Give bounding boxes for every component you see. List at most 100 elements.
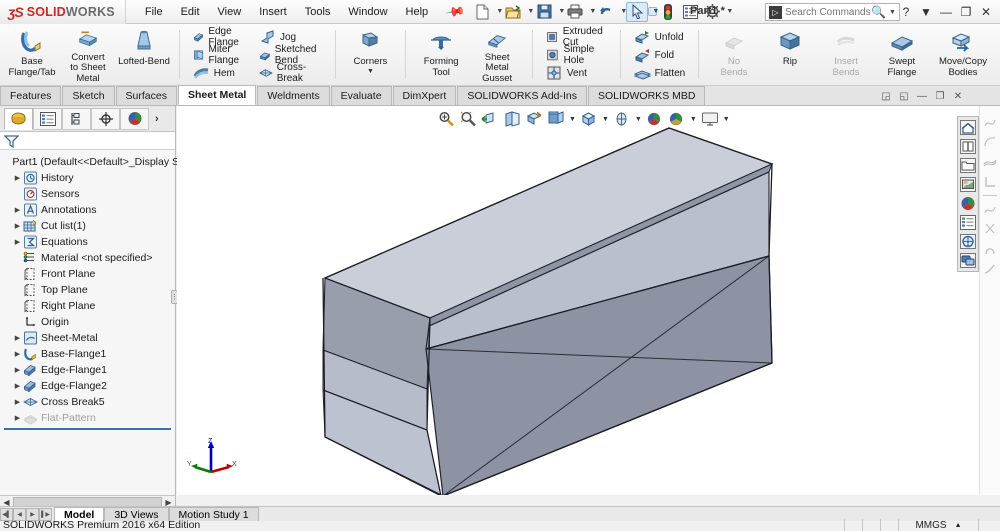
menu-item-insert[interactable]: Insert [250, 3, 296, 21]
convert-to-sheet-metal-button[interactable]: Convert to Sheet Metal [60, 26, 116, 84]
dimxpert-manager-tab[interactable] [91, 107, 120, 130]
graphics-restore-button[interactable]: ❐ [931, 87, 949, 105]
traffic-light-icon[interactable] [657, 2, 679, 22]
tree-root-part[interactable]: ▶ Part1 (Default<<Default>_Display State [2, 154, 196, 170]
tree-item-origin[interactable]: ▶ Origin [2, 314, 175, 330]
cross-break-button[interactable]: Cross-Break [255, 62, 326, 84]
file-explorer-icon[interactable] [958, 175, 978, 194]
menu-item-file[interactable]: File [136, 3, 172, 21]
search-scope-icon[interactable]: ▷ [769, 5, 782, 19]
restore-left-button[interactable]: ◲ [877, 87, 895, 105]
print-dropdown-caret[interactable]: ▼ [586, 8, 596, 15]
spline-icon[interactable] [981, 112, 999, 132]
spline2-icon[interactable] [981, 199, 999, 219]
units-indicator[interactable]: MMGS ▲ [898, 519, 978, 531]
undo-arrow-icon[interactable] [595, 2, 617, 22]
corner-icon[interactable] [981, 172, 999, 192]
tree-item-sheet-metal[interactable]: ▶ Sheet-Metal [2, 330, 175, 346]
save-disk-icon[interactable] [533, 2, 555, 22]
menu-item-tools[interactable]: Tools [296, 3, 340, 21]
tree-item-sensors[interactable]: ▶ Sensors [2, 186, 175, 202]
restore-right-button[interactable]: ◱ [895, 87, 913, 105]
tab-features[interactable]: Features [0, 86, 62, 105]
tree-item-base-flange1[interactable]: ▶ Base-Flange1 [2, 346, 175, 362]
rip-button[interactable]: Rip [762, 26, 818, 84]
miter-flange-button[interactable]: Miter Flange [189, 44, 251, 66]
base-flange-tab-button[interactable]: Base Flange/Tab [4, 26, 60, 84]
expand-arrow[interactable]: ▶ [12, 366, 23, 374]
open-dropdown-caret[interactable]: ▼ [524, 8, 534, 15]
expand-arrow[interactable]: ▶ [12, 238, 23, 246]
tab-sketch[interactable]: Sketch [62, 86, 115, 105]
model-viewport[interactable] [177, 106, 1000, 495]
tree-item-cut-list[interactable]: ▶ Cut list(1) [2, 218, 175, 234]
expand-arrow[interactable]: ▶ [12, 334, 23, 342]
vent-button[interactable]: Vent [542, 64, 611, 82]
arc-icon[interactable] [981, 132, 999, 152]
tree-item-history[interactable]: ▶ History [2, 170, 175, 186]
tree-item-front-plane[interactable]: ▶ Front Plane [2, 266, 175, 282]
undo-dropdown-caret[interactable]: ▼ [617, 8, 627, 15]
swept-flange-button[interactable]: Swept Flange [874, 26, 930, 84]
tab-surfaces[interactable]: Surfaces [115, 86, 177, 105]
configuration-manager-tab[interactable] [62, 107, 91, 130]
tree-item-right-plane[interactable]: ▶ Right Plane [2, 298, 175, 314]
tree-item-top-plane[interactable]: ▶ Top Plane [2, 282, 175, 298]
close-button[interactable]: ✕ [976, 2, 996, 22]
curve-icon[interactable] [981, 152, 999, 172]
graphics-close-button[interactable]: ✕ [949, 87, 967, 105]
lofted-bend-button[interactable]: Lofted-Bend [116, 26, 172, 84]
corners-dropdown-caret[interactable]: ▼ [367, 68, 374, 75]
appearances-list-icon[interactable] [958, 213, 978, 232]
expand-arrow[interactable]: ▶ [12, 206, 23, 214]
feature-tree-filter[interactable] [0, 132, 175, 150]
home-icon[interactable] [958, 118, 978, 137]
unfold-button[interactable]: Unfold [630, 28, 690, 46]
save-dropdown-caret[interactable]: ▼ [555, 8, 565, 15]
graphics-area[interactable]: ◲ ◱ — ❐ ✕ ▼ ▼ ▼ ▼ ▼ Z X Y [177, 91, 1000, 495]
move-copy-bodies-button[interactable]: Move/Copy Bodies [930, 26, 996, 84]
new-file-dropdown-caret[interactable]: ▼ [493, 8, 503, 15]
chevron-right-icon[interactable]: › [155, 113, 159, 125]
cursor-arrow-icon[interactable] [626, 1, 649, 22]
menu-item-view[interactable]: View [209, 3, 251, 21]
search-input[interactable] [785, 6, 871, 18]
tab-solidworks-add-ins[interactable]: SOLIDWORKS Add-Ins [457, 86, 588, 105]
units-caret-icon[interactable]: ▲ [955, 522, 962, 529]
tree-item-edge-flange2[interactable]: ▶ Edge-Flange2 [2, 378, 175, 394]
expand-arrow[interactable]: ▶ [12, 382, 23, 390]
open-folder-icon[interactable] [502, 2, 524, 22]
arc2-icon[interactable] [981, 239, 999, 259]
help-button[interactable]: ? [896, 2, 916, 22]
tab-dimxpert[interactable]: DimXpert [392, 86, 457, 105]
expand-arrow[interactable]: ▶ [12, 174, 23, 182]
display-manager-tab[interactable] [120, 107, 149, 130]
tree-rollback-bar[interactable] [4, 428, 171, 430]
tab-weldments[interactable]: Weldments [257, 86, 330, 105]
menu-item-edit[interactable]: Edit [172, 3, 209, 21]
minimize-button[interactable]: — [936, 2, 956, 22]
scissors-icon[interactable] [981, 219, 999, 239]
book-icon[interactable] [958, 137, 978, 156]
tree-item-flat-pattern[interactable]: ▶ Flat-Pattern [2, 410, 175, 426]
menu-item-window[interactable]: Window [339, 3, 396, 21]
forming-tool-button[interactable]: Forming Tool [413, 26, 469, 84]
menu-item-help[interactable]: Help [397, 3, 438, 21]
shared-views-icon[interactable] [958, 251, 978, 270]
tab-sheet-metal[interactable]: Sheet Metal [177, 85, 257, 105]
property-manager-tab[interactable] [33, 107, 62, 130]
tree-item-cross-break5[interactable]: ▶ Cross Break5 [2, 394, 175, 410]
expand-arrow[interactable]: ▶ [12, 350, 23, 358]
feature-manager-tab[interactable] [4, 107, 33, 130]
simple-hole-button[interactable]: Simple Hole [542, 44, 611, 66]
custom-properties-icon[interactable] [958, 232, 978, 251]
palette-sphere-icon[interactable] [958, 194, 978, 213]
help-dropdown-caret[interactable]: ▼ [916, 2, 936, 22]
tab-evaluate[interactable]: Evaluate [330, 86, 392, 105]
pushpin-icon[interactable]: 📌 [444, 0, 467, 22]
tree-item-material[interactable]: ▶ Material <not specified> [2, 250, 175, 266]
expand-arrow[interactable]: ▶ [12, 414, 23, 422]
search-icon[interactable]: 🔍 [871, 5, 886, 19]
hem-button[interactable]: Hem [189, 64, 251, 82]
restore-button[interactable]: ❐ [956, 2, 976, 22]
